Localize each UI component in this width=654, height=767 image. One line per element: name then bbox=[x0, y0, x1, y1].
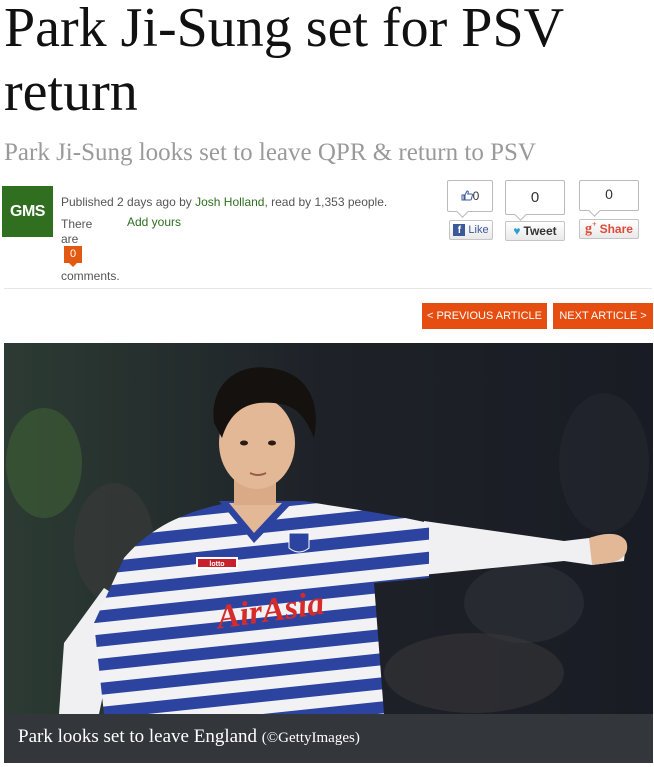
player-photo-illustration: lotto AirAsia bbox=[4, 343, 653, 714]
thumbs-up-icon bbox=[461, 190, 473, 201]
add-comment-link[interactable]: Add yours bbox=[127, 215, 181, 229]
read-count-text: , read by 1,353 people. bbox=[264, 195, 388, 209]
comments-label: comments. bbox=[61, 269, 120, 283]
caption-credit: (©GettyImages) bbox=[261, 730, 360, 746]
divider bbox=[4, 288, 652, 289]
facebook-icon: f bbox=[453, 224, 466, 236]
gplus-share-label: Share bbox=[599, 222, 633, 236]
facebook-like-button[interactable]: f Like bbox=[449, 220, 493, 240]
facebook-like-label: Like bbox=[468, 224, 489, 236]
tweet-label: Tweet bbox=[523, 224, 557, 238]
article-photo: lotto AirAsia bbox=[4, 343, 653, 714]
shirt-brand-text: lotto bbox=[209, 561, 224, 568]
author-link[interactable]: Josh Holland bbox=[195, 195, 264, 209]
gplus-share-button[interactable]: g+ Share bbox=[579, 219, 639, 239]
comment-count-badge[interactable]: 0 bbox=[64, 246, 82, 267]
byline: Published 2 days ago by Josh Holland, re… bbox=[61, 195, 387, 209]
there-are-text: There are bbox=[61, 217, 93, 246]
gplus-share-count: 0 bbox=[579, 180, 639, 211]
facebook-count-value: 0 bbox=[472, 189, 480, 203]
google-plus-icon: g+ bbox=[585, 220, 597, 237]
article-subtitle: Park Ji-Sung looks set to leave QPR & re… bbox=[4, 139, 536, 166]
caption-text: Park looks set to leave England bbox=[18, 726, 262, 747]
facebook-like-count: 0 bbox=[447, 180, 493, 212]
published-text: Published 2 days ago by bbox=[61, 195, 196, 209]
previous-article-button[interactable]: < PREVIOUS ARTICLE bbox=[422, 303, 547, 329]
tweet-button[interactable]: ♥ Tweet bbox=[505, 221, 565, 241]
photo-caption: Park looks set to leave England (©GettyI… bbox=[4, 714, 653, 763]
tweet-count: 0 bbox=[505, 180, 565, 215]
site-logo[interactable]: GMS bbox=[2, 186, 53, 237]
twitter-icon: ♥ bbox=[513, 224, 521, 238]
article-title: Park Ji-Sung set for PSV return bbox=[4, 0, 564, 123]
next-article-button[interactable]: NEXT ARTICLE > bbox=[553, 303, 653, 329]
